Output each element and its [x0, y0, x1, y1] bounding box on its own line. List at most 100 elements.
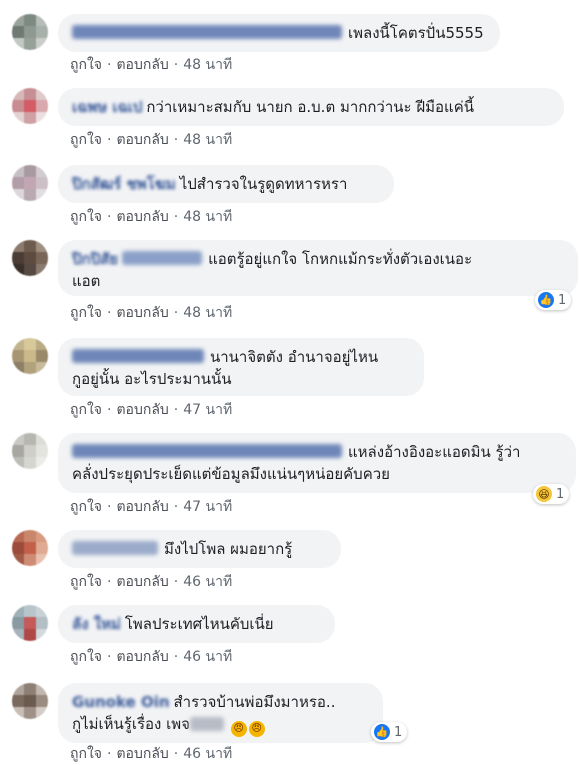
avatar[interactable]	[12, 240, 48, 276]
like-reaction-icon: 👍	[374, 724, 390, 740]
timestamp[interactable]: 48 นาที	[183, 305, 232, 321]
timestamp[interactable]: 46 นาที	[183, 746, 232, 762]
avatar[interactable]	[12, 165, 48, 201]
reply-link[interactable]: ตอบกลับ	[116, 499, 168, 515]
commenter-name[interactable]	[72, 444, 342, 458]
haha-reaction-icon: 😆	[536, 486, 552, 502]
commenter-name[interactable]	[72, 541, 158, 555]
comment-text: แอตรู้อยู่แกใจ โกหกแม้กระทั่งตัวเองเนอะ	[208, 250, 473, 268]
separator: ·	[107, 746, 112, 762]
comment-actions: ถูกใจ · ตอบกลับ · 46 นาที	[70, 571, 232, 593]
comment-actions: ถูกใจ · ตอบกลับ · 48 นาที	[70, 206, 232, 228]
comment-bubble: แหล่งอ้างอิงอะแอดมิน รู้ว่า คลั่งประยุดป…	[58, 433, 576, 493]
reaction-count[interactable]: 👍 1	[371, 722, 408, 742]
angry-emoji-icon: 😠	[248, 721, 265, 737]
comment-bubble: ปิกสัฒร์ ชพโฆม ไปสำรวจในรูดูดทหารหรา	[58, 165, 394, 203]
like-reaction-icon: 👍	[538, 292, 554, 308]
comment-text: สำรวจบ้านพ่อมึงมาหรอ..	[173, 693, 336, 711]
like-link[interactable]: ถูกใจ	[70, 57, 102, 73]
comment-actions: ถูกใจ · ตอบกลับ · 47 นาที	[70, 496, 232, 518]
commenter-name-blur	[122, 251, 203, 265]
commenter-name[interactable]: ปิกสัฒร์ ชพโฆม	[72, 175, 176, 193]
like-link[interactable]: ถูกใจ	[70, 574, 102, 590]
timestamp[interactable]: 48 นาที	[183, 57, 232, 73]
comment-text: แหล่งอ้างอิงอะแอดมิน รู้ว่า	[348, 443, 521, 461]
blurred-word	[189, 717, 224, 731]
separator: ·	[173, 402, 179, 418]
like-link[interactable]: ถูกใจ	[70, 402, 102, 418]
separator: ·	[107, 209, 112, 225]
commenter-name[interactable]: ลัง ใหม่	[72, 615, 121, 633]
like-link[interactable]: ถูกใจ	[70, 305, 102, 321]
like-link[interactable]: ถูกใจ	[70, 746, 102, 762]
commenter-name[interactable]: Gunoke Oin	[72, 693, 170, 711]
timestamp[interactable]: 47 นาที	[183, 402, 232, 418]
reaction-count[interactable]: 👍 1	[535, 290, 572, 310]
avatar[interactable]	[12, 605, 48, 641]
comment-text-line2: แอต	[72, 272, 101, 290]
separator: ·	[173, 746, 179, 762]
like-link[interactable]: ถูกใจ	[70, 132, 102, 148]
comment-actions: ถูกใจ · ตอบกลับ · 47 นาที	[70, 399, 232, 421]
separator: ·	[173, 57, 179, 73]
separator: ·	[107, 57, 112, 73]
comment-text: โพลประเทศไหนคับเนี่ย	[124, 615, 274, 633]
reaction-count[interactable]: 😆 1	[533, 484, 570, 504]
timestamp[interactable]: 47 นาที	[183, 499, 232, 515]
reply-link[interactable]: ตอบกลับ	[116, 402, 168, 418]
separator: ·	[173, 574, 179, 590]
comment-text: ไปสำรวจในรูดูดทหารหรา	[179, 175, 348, 193]
separator: ·	[173, 132, 179, 148]
reply-link[interactable]: ตอบกลับ	[116, 209, 168, 225]
avatar[interactable]	[12, 433, 48, 469]
separator: ·	[107, 132, 112, 148]
comment-bubble: ปิกปิสัย แอตรู้อยู่แกใจ โกหกแม้กระทั่งตัว…	[58, 240, 578, 296]
avatar[interactable]	[12, 683, 48, 719]
comment-bubble: Gunoke Oin สำรวจบ้านพ่อมึงมาหรอ.. กูไม่เห…	[58, 683, 383, 743]
like-link[interactable]: ถูกใจ	[70, 649, 102, 665]
comment-actions: ถูกใจ · ตอบกลับ · 48 นาที	[70, 302, 232, 324]
comment-text: กว่าเหมาะสมกับ นายก อ.บ.ต มากกว่านะ ฝีมื…	[146, 98, 474, 116]
commenter-name[interactable]: ปิกปิสัย	[72, 250, 118, 268]
comment-actions: ถูกใจ · ตอบกลับ · 48 นาที	[70, 129, 232, 151]
commenter-name[interactable]	[72, 25, 342, 39]
reply-link[interactable]: ตอบกลับ	[116, 305, 168, 321]
comment-actions: ถูกใจ · ตอบกลับ · 48 นาที	[70, 54, 232, 76]
reply-link[interactable]: ตอบกลับ	[116, 132, 168, 148]
comment-text-line2: กูไม่เห็นรู้เรื่อง เพจ	[72, 715, 190, 733]
like-link[interactable]: ถูกใจ	[70, 209, 102, 225]
comment-bubble: เฉพษ เฉเป กว่าเหมาะสมกับ นายก อ.บ.ต มากกว…	[58, 88, 564, 126]
separator: ·	[107, 305, 112, 321]
angry-emoji-icon: 😠	[230, 721, 247, 737]
separator: ·	[107, 499, 112, 515]
avatar[interactable]	[12, 530, 48, 566]
timestamp[interactable]: 48 นาที	[183, 209, 232, 225]
comment-text: นานาจิตตัง อำนาจอยู่ไหน	[210, 348, 379, 366]
comment-bubble: มึงไปโพล ผมอยากรู้	[58, 530, 341, 568]
comment-actions: ถูกใจ · ตอบกลับ · 46 นาที	[70, 743, 232, 765]
separator: ·	[173, 209, 179, 225]
like-link[interactable]: ถูกใจ	[70, 499, 102, 515]
reply-link[interactable]: ตอบกลับ	[116, 746, 168, 762]
timestamp[interactable]: 46 นาที	[183, 649, 232, 665]
reply-link[interactable]: ตอบกลับ	[116, 574, 168, 590]
avatar[interactable]	[12, 14, 48, 50]
reply-link[interactable]: ตอบกลับ	[116, 649, 168, 665]
comment-bubble: นานาจิตตัง อำนาจอยู่ไหน กูอยู่นั้น อะไรป…	[58, 338, 424, 396]
separator: ·	[173, 305, 179, 321]
avatar[interactable]	[12, 88, 48, 124]
commenter-name[interactable]	[72, 349, 204, 363]
comment-text-line2: กูอยู่นั้น อะไรประมานนั้น	[72, 370, 232, 388]
comment-text-line2: คลั่งประยุดประเย็ดแต่ข้อมูลมึงแน่นๆหน่อย…	[72, 465, 390, 483]
separator: ·	[107, 402, 112, 418]
commenter-name[interactable]: เฉพษ เฉเป	[72, 98, 142, 116]
separator: ·	[107, 649, 112, 665]
avatar[interactable]	[12, 338, 48, 374]
reply-link[interactable]: ตอบกลับ	[116, 57, 168, 73]
comment-text: มึงไปโพล ผมอยากรู้	[164, 540, 293, 558]
comment-actions: ถูกใจ · ตอบกลับ · 46 นาที	[70, 646, 232, 668]
timestamp[interactable]: 46 นาที	[183, 574, 232, 590]
comment-bubble: เพลงนี้โคตรปั่น5555	[58, 14, 500, 52]
comment-text: เพลงนี้โคตรปั่น5555	[348, 24, 484, 42]
timestamp[interactable]: 48 นาที	[183, 132, 232, 148]
